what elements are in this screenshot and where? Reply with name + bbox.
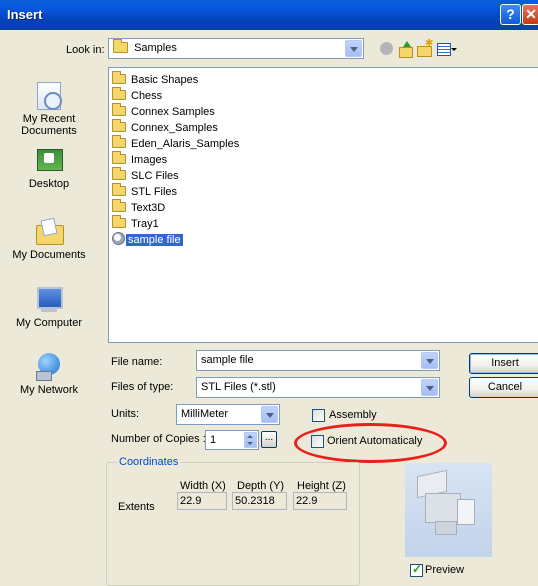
file-name: Connex Samples [131, 106, 215, 118]
depth-header: Depth (Y) [237, 480, 285, 492]
new-folder-icon[interactable] [416, 38, 434, 57]
copies-stepper[interactable]: 1 [205, 430, 259, 450]
list-item[interactable]: Eden_Alaris_Samples [112, 135, 241, 152]
list-item[interactable]: STL Files [112, 183, 179, 200]
list-item[interactable]: SLC Files [112, 167, 181, 184]
folder-icon [112, 215, 126, 228]
place-my-computer[interactable]: My Computer [0, 284, 98, 329]
folder-icon [112, 167, 126, 180]
place-label: Desktop [28, 178, 70, 190]
title-bar[interactable]: Insert ? ✕ [0, 0, 538, 30]
chevron-down-icon[interactable] [345, 40, 362, 57]
cancel-button[interactable]: Cancel [469, 377, 538, 398]
assembly-checkbox[interactable] [312, 409, 325, 422]
width-header: Width (X) [180, 480, 226, 492]
place-my-network[interactable]: My Network [0, 351, 98, 396]
insert-button[interactable]: Insert [469, 353, 538, 374]
list-item[interactable]: Text3D [112, 199, 167, 216]
file-type-select[interactable]: STL Files (*.stl) [196, 377, 440, 398]
preview-checkbox[interactable] [410, 562, 423, 577]
file-name: Text3D [131, 202, 166, 214]
place-label: My Network [19, 384, 79, 396]
file-name: Chess [131, 90, 163, 102]
copies-label: Number of Copies : [111, 433, 206, 445]
file-name-label: File name: [111, 356, 163, 368]
folder-icon [112, 183, 126, 196]
look-in-label: Look in: [66, 44, 105, 56]
file-name-input[interactable]: sample file [196, 350, 440, 371]
up-folder-icon[interactable] [397, 41, 415, 58]
list-item[interactable]: Images [112, 151, 169, 168]
file-name-value: sample file [201, 354, 254, 366]
place-label: My Computer [15, 317, 83, 329]
place-label: My Documents [12, 249, 86, 261]
help-button[interactable]: ? [500, 4, 521, 25]
folder-icon [112, 135, 126, 148]
file-name: STL Files [131, 186, 178, 198]
list-item[interactable]: Basic Shapes [112, 71, 200, 88]
look-in-value: Samples [134, 42, 177, 54]
folder-icon [112, 87, 126, 100]
list-item[interactable]: Chess [112, 87, 164, 104]
highlight-ellipse [294, 423, 447, 463]
copies-value: 1 [210, 434, 217, 446]
file-name: Basic Shapes [131, 74, 199, 86]
file-name: Tray1 [131, 218, 159, 230]
file-name: Connex_Samples [131, 122, 218, 134]
depth-value: 50.2318 [232, 492, 287, 510]
file-type-value: STL Files (*.stl) [201, 381, 276, 393]
height-header: Height (Z) [297, 480, 346, 492]
back-icon[interactable] [378, 41, 396, 57]
coordinates-group: Coordinates Width (X) Depth (Y) Height (… [106, 456, 360, 586]
file-name: SLC Files [131, 170, 179, 182]
list-item[interactable]: Connex Samples [112, 103, 217, 120]
stl-file-icon [112, 232, 125, 245]
preview-label: Preview [425, 564, 465, 576]
chevron-down-icon[interactable] [421, 352, 438, 369]
folder-icon [113, 39, 128, 53]
file-type-label: Files of type: [111, 381, 174, 393]
look-in-combo[interactable]: Samples [108, 38, 364, 59]
units-label: Units: [111, 408, 140, 420]
my-computer-icon [34, 284, 64, 314]
chevron-down-icon[interactable] [261, 406, 278, 423]
file-name: sample file [126, 234, 183, 246]
folder-icon [112, 199, 126, 212]
copies-browse-button[interactable]: ... [261, 431, 277, 448]
folder-icon [112, 119, 126, 132]
units-select[interactable]: MilliMeter [176, 404, 280, 425]
width-value: 22.9 [177, 492, 227, 510]
assembly-label: Assembly [329, 409, 377, 421]
views-menu-icon[interactable] [436, 41, 458, 57]
list-item[interactable]: Connex_Samples [112, 119, 220, 136]
height-value: 22.9 [293, 492, 347, 510]
place-desktop[interactable]: Desktop [0, 145, 98, 190]
chevron-down-icon[interactable] [421, 379, 438, 396]
place-my-documents[interactable]: My Documents [0, 216, 98, 261]
file-name: Eden_Alaris_Samples [131, 138, 240, 150]
places-bar: My Recent Documents Desktop My Documents… [0, 68, 98, 398]
folder-icon [112, 151, 126, 164]
place-label: My Recent Documents [21, 113, 77, 137]
folder-icon [112, 71, 126, 84]
list-item-selected[interactable]: sample file [112, 232, 183, 248]
network-icon [34, 351, 64, 381]
coordinates-title: Coordinates [117, 456, 181, 468]
file-name: Images [131, 154, 168, 166]
recent-documents-icon [34, 80, 64, 110]
insert-dialog: Insert ? ✕ Look in: Samples My Recent Do… [0, 0, 538, 586]
preview-image [405, 463, 492, 557]
spin-arrows-icon[interactable] [244, 432, 257, 448]
list-item[interactable]: Tray1 [112, 215, 161, 232]
extents-label: Extents [118, 501, 155, 513]
place-recent-documents[interactable]: My Recent Documents [0, 80, 98, 137]
close-button[interactable]: ✕ [522, 4, 538, 25]
my-documents-icon [34, 216, 64, 246]
units-value: MilliMeter [181, 408, 229, 420]
file-list[interactable]: Basic Shapes Chess Connex Samples Connex… [108, 67, 538, 343]
folder-icon [112, 103, 126, 116]
dialog-title: Insert [7, 7, 43, 22]
desktop-icon [34, 145, 64, 175]
